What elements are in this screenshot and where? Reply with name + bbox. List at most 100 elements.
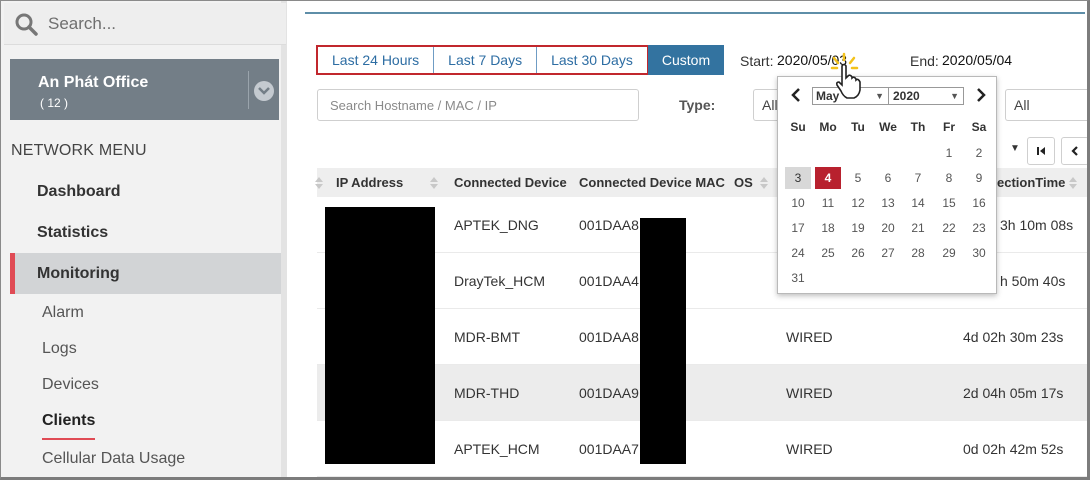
weekday-label: Th — [910, 120, 926, 134]
site-selector[interactable]: An Phát Office ( 12 ) — [10, 59, 279, 120]
cell-connection-type: WIRED — [786, 329, 833, 345]
calendar-day[interactable]: 14 — [905, 192, 931, 214]
column-header-connection-time[interactable]: ectionTime — [997, 168, 1065, 197]
calendar-day[interactable]: 22 — [936, 217, 962, 239]
calendar-day[interactable]: 3 — [785, 167, 811, 189]
cell-connection-time: h 50m 40s — [1000, 273, 1066, 289]
cell-device-mac: 001DAA8 — [579, 329, 639, 345]
sort-icon[interactable] — [430, 177, 438, 189]
calendar-day[interactable]: 15 — [936, 192, 962, 214]
cell-device-mac: 001DAA7 — [579, 441, 639, 457]
sidebar-subitem-devices[interactable]: Devices — [42, 376, 99, 394]
year-value: 2020 — [893, 89, 920, 103]
column-header-connected-device[interactable]: Connected Device — [454, 168, 567, 197]
calendar-day[interactable]: 31 — [785, 267, 811, 289]
active-underline — [42, 438, 95, 440]
page-size-caret-icon[interactable]: ▼ — [1010, 143, 1020, 154]
cell-device-mac: 001DAA4 — [579, 273, 639, 289]
sidebar-subitem-cellular-data-usage[interactable]: Cellular Data Usage — [42, 450, 185, 468]
cell-connected-device: APTEK_DNG — [454, 217, 539, 233]
end-date-field[interactable]: 2020/05/04 — [942, 52, 1012, 68]
search-icon — [15, 13, 38, 36]
time-range-group: Last 24 Hours Last 7 Days Last 30 Days — [316, 45, 649, 75]
calendar-day[interactable]: 1 — [936, 142, 962, 164]
calendar-day[interactable]: 10 — [785, 192, 811, 214]
calendar-day[interactable]: 16 — [966, 192, 992, 214]
sort-icon[interactable] — [1069, 177, 1077, 189]
calendar-day[interactable]: 24 — [785, 242, 811, 264]
range-last-7-days-button[interactable]: Last 7 Days — [434, 47, 538, 73]
header-divider — [305, 12, 1085, 14]
year-select[interactable]: 2020 ▼ — [888, 87, 964, 105]
prev-page-button[interactable] — [1061, 137, 1089, 165]
calendar-day[interactable]: 8 — [936, 167, 962, 189]
chevron-left-icon[interactable] — [788, 87, 804, 103]
calendar-day[interactable]: 17 — [785, 217, 811, 239]
weekday-label: Mo — [819, 120, 837, 134]
date-picker-popup: May ▼ 2020 ▼ Su Mo Tu We Th Fr Sa 1 2 3 4 5 6 7 8 9 10 11… — [777, 76, 997, 294]
sidebar-subitem-clients[interactable]: Clients — [42, 412, 95, 430]
cell-device-mac: 001DAA8 — [579, 217, 639, 233]
calendar-day[interactable]: 23 — [966, 217, 992, 239]
cell-connection-time: 2d 04h 05m 17s — [963, 385, 1064, 401]
redacted-ip-block — [325, 207, 435, 464]
calendar-day[interactable]: 7 — [905, 167, 931, 189]
calendar-day[interactable]: 11 — [815, 192, 841, 214]
sidebar-subitem-alarm[interactable]: Alarm — [42, 304, 84, 322]
weekday-label: Su — [790, 120, 806, 134]
calendar-day[interactable]: 5 — [845, 167, 871, 189]
menu-heading: NETWORK MENU — [11, 142, 147, 159]
first-page-icon — [1037, 147, 1045, 155]
weekday-label: Fr — [943, 120, 955, 134]
calendar-day[interactable]: 4 — [815, 167, 841, 189]
sidebar-item-statistics[interactable]: Statistics — [10, 212, 281, 253]
chevron-right-icon[interactable] — [973, 87, 989, 103]
calendar-day[interactable]: 27 — [875, 242, 901, 264]
calendar-day[interactable]: 21 — [905, 217, 931, 239]
redacted-mac-block — [640, 218, 686, 464]
calendar-day[interactable]: 6 — [875, 167, 901, 189]
calendar-day[interactable]: 13 — [875, 192, 901, 214]
calendar-day[interactable]: 19 — [845, 217, 871, 239]
column-header-connected-device-mac[interactable]: Connected Device MAC — [579, 168, 725, 197]
range-last-24-hours-button[interactable]: Last 24 Hours — [318, 47, 435, 73]
cell-connected-device: MDR-THD — [454, 385, 520, 401]
cell-connection-time: 3h 10m 08s — [1000, 217, 1074, 233]
calendar-day[interactable]: 12 — [845, 192, 871, 214]
calendar-day[interactable]: 18 — [815, 217, 841, 239]
sidebar-item-dashboard[interactable]: Dashboard — [10, 171, 281, 212]
search-input[interactable] — [48, 11, 278, 37]
cell-connection-type: WIRED — [786, 441, 833, 457]
cell-connection-time: 0d 02h 42m 52s — [963, 441, 1064, 457]
type-label: Type: — [679, 97, 716, 113]
sort-icon[interactable] — [315, 177, 323, 189]
weekday-label: Tu — [851, 120, 865, 134]
custom-range-button[interactable]: Custom — [648, 45, 724, 75]
calendar-day[interactable]: 20 — [875, 217, 901, 239]
column-header-ip-address[interactable]: IP Address — [336, 168, 403, 197]
hostname-search-input[interactable] — [317, 89, 639, 121]
chevron-down-icon[interactable] — [254, 81, 274, 101]
caret-down-icon: ▼ — [950, 91, 959, 101]
calendar-day[interactable]: 25 — [815, 242, 841, 264]
sidebar-item-monitoring[interactable]: Monitoring — [10, 253, 281, 294]
sidebar-subitem-logs[interactable]: Logs — [42, 340, 77, 358]
calendar-day[interactable]: 28 — [905, 242, 931, 264]
column-header-os[interactable]: OS — [734, 168, 753, 197]
calendar-day[interactable]: 26 — [845, 242, 871, 264]
sidebar-search — [4, 3, 286, 45]
calendar-day[interactable]: 2 — [966, 142, 992, 164]
sidebar: An Phát Office ( 12 ) NETWORK MENU Dashb… — [0, 0, 287, 480]
site-name: An Phát Office — [38, 74, 149, 91]
calendar-day[interactable]: 29 — [936, 242, 962, 264]
weekday-label: Sa — [971, 120, 987, 134]
first-page-button[interactable] — [1027, 137, 1055, 165]
calendar-day[interactable]: 9 — [966, 167, 992, 189]
sort-icon[interactable] — [760, 177, 768, 189]
site-divider — [248, 71, 249, 109]
range-last-30-days-button[interactable]: Last 30 Days — [537, 47, 647, 73]
filter-select[interactable]: All — [1005, 89, 1090, 121]
caret-down-icon: ▼ — [875, 91, 884, 101]
cell-connection-type: WIRED — [786, 385, 833, 401]
calendar-day[interactable]: 30 — [966, 242, 992, 264]
